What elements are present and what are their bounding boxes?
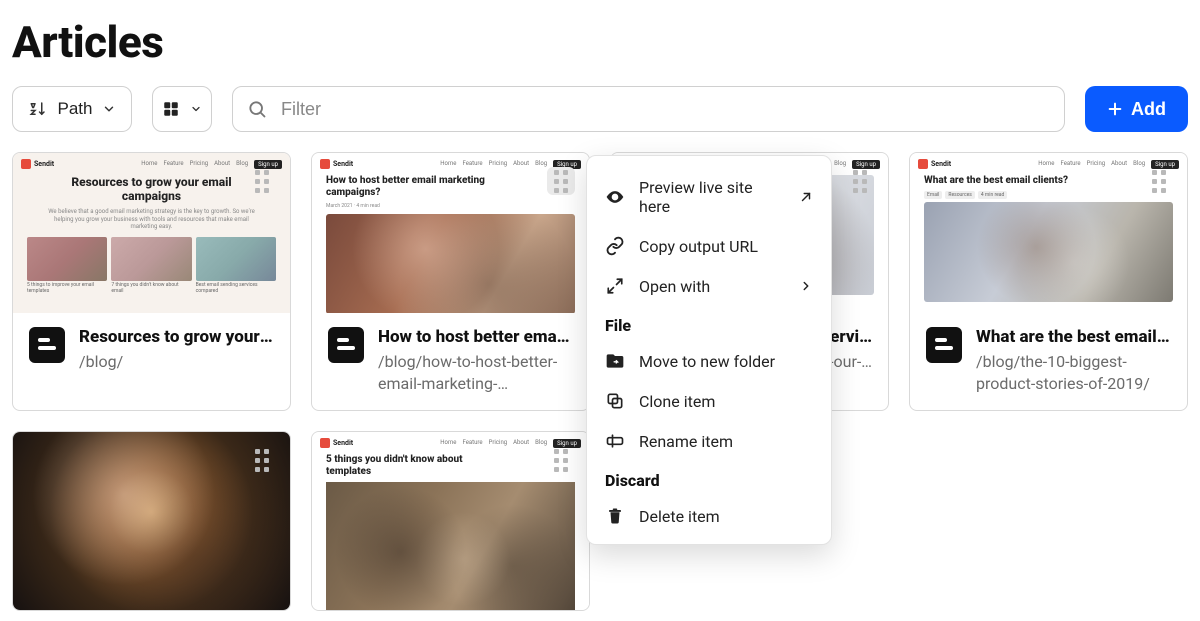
thumb-headline: Resources to grow your email campaigns: [60, 175, 243, 204]
thumb-hero: [924, 202, 1173, 302]
drag-handle-icon[interactable]: [547, 446, 575, 474]
menu-label: Delete item: [639, 507, 720, 526]
article-card[interactable]: Sendit HomeFeaturePricingAboutBlogSign u…: [311, 431, 590, 611]
context-menu: Preview live site here Copy output URL O…: [586, 155, 832, 545]
thumb-headline: 5 things you didn't know about templates: [326, 454, 496, 478]
toolbar: Path: [12, 86, 1188, 132]
search-icon: [247, 99, 267, 119]
card-path: /blog/: [79, 351, 274, 373]
article-card[interactable]: Sendit HomeFeaturePricingAboutBlogSign u…: [12, 152, 291, 411]
sort-button[interactable]: Path: [12, 86, 132, 132]
menu-section-file: File: [587, 306, 831, 341]
document-icon: [29, 327, 65, 363]
menu-label: Clone item: [639, 392, 715, 411]
menu-label: Rename item: [639, 432, 733, 451]
menu-clone[interactable]: Clone item: [587, 381, 831, 421]
drag-handle-icon[interactable]: [547, 167, 575, 195]
search-input[interactable]: [281, 87, 1050, 131]
thumb-hero: [326, 482, 575, 610]
add-button[interactable]: Add: [1085, 86, 1188, 132]
menu-rename[interactable]: Rename item: [587, 421, 831, 461]
eye-icon: [605, 187, 625, 207]
plus-icon: [1107, 101, 1123, 117]
article-card[interactable]: [12, 431, 291, 611]
chevron-right-icon: [799, 279, 813, 293]
card-title: How to host better email…: [378, 327, 573, 347]
card-path: /blog/the-10-biggest-product-stories-of-…: [976, 351, 1171, 394]
menu-label: Move to new folder: [639, 352, 775, 371]
thumb-headline: What are the best email clients?: [924, 175, 1094, 187]
article-card[interactable]: Sendit HomeFeaturePricingAboutBlogSign u…: [909, 152, 1188, 411]
card-title: What are the best email …: [976, 327, 1171, 347]
page-title: Articles: [12, 16, 1188, 68]
trash-icon: [605, 506, 625, 526]
menu-move[interactable]: Move to new folder: [587, 341, 831, 381]
clone-icon: [605, 391, 625, 411]
link-icon: [605, 236, 625, 256]
menu-label: Copy output URL: [639, 237, 758, 256]
sort-az-icon: [28, 99, 48, 119]
document-icon: [328, 327, 364, 363]
view-toggle-button[interactable]: [152, 86, 212, 132]
drag-handle-icon[interactable]: [248, 167, 276, 195]
chevron-down-icon: [190, 103, 202, 115]
drag-handle-icon[interactable]: [1145, 167, 1173, 195]
rename-icon: [605, 431, 625, 451]
sort-label: Path: [58, 99, 93, 119]
folder-move-icon: [605, 351, 625, 371]
chevron-down-icon: [102, 102, 116, 116]
document-icon: [926, 327, 962, 363]
menu-section-discard: Discard: [587, 461, 831, 496]
expand-icon: [605, 276, 625, 296]
external-link-icon: [799, 190, 813, 204]
card-path: /blog/how-to-host-better-email-marketing…: [378, 351, 573, 394]
thumb-hero: [326, 214, 575, 314]
menu-open-with[interactable]: Open with: [587, 266, 831, 306]
grid-view-icon: [162, 100, 180, 118]
thumb-headline: How to host better email marketing campa…: [326, 175, 496, 199]
menu-label: Preview live site here: [639, 178, 785, 216]
thumb-subtext: March 2021 · 4 min read: [326, 203, 535, 210]
menu-label: Open with: [639, 277, 710, 296]
article-card[interactable]: Sendit HomeFeaturePricingAboutBlogSign u…: [311, 152, 590, 411]
menu-preview[interactable]: Preview live site here: [587, 168, 831, 226]
menu-delete[interactable]: Delete item: [587, 496, 831, 536]
search-field[interactable]: [232, 86, 1065, 132]
add-label: Add: [1131, 99, 1166, 120]
menu-copy-url[interactable]: Copy output URL: [587, 226, 831, 266]
drag-handle-icon[interactable]: [846, 167, 874, 195]
card-title: Resources to grow your e…: [79, 327, 274, 347]
thumb-subtext: We believe that a good email marketing s…: [47, 208, 256, 231]
drag-handle-icon[interactable]: [248, 446, 276, 474]
